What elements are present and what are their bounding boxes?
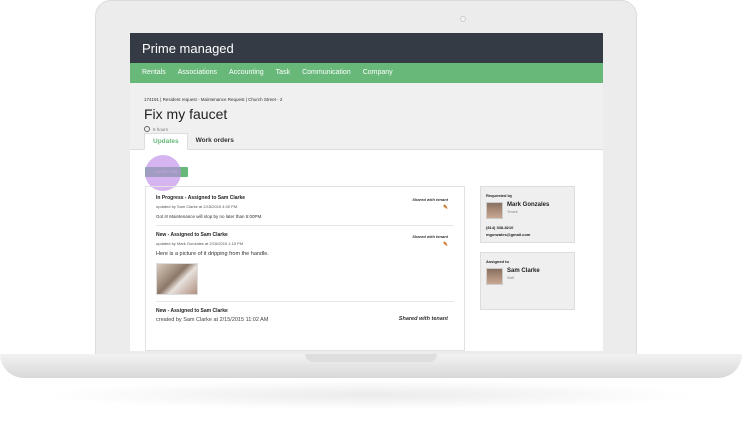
feed-entry: New - Assigned to Sam Clarke created by … bbox=[156, 308, 454, 329]
entry-byline: updated by Sam Clarke at 2/15/2015 4:00 … bbox=[156, 204, 238, 209]
person-name[interactable]: Mark Gonzales bbox=[507, 202, 549, 208]
shared-label: Shared with tenant bbox=[412, 197, 448, 202]
updates-feed: In Progress - Assigned to Sam Clarke upd… bbox=[145, 186, 465, 351]
app-header: Prime managed bbox=[130, 33, 603, 63]
clock-icon bbox=[144, 126, 150, 132]
nav-accounting[interactable]: Accounting bbox=[223, 63, 270, 83]
shared-label: Shared with tenant bbox=[412, 234, 448, 239]
shared-badge: Shared with tenant ✎ bbox=[412, 234, 448, 248]
laptop-notch bbox=[305, 354, 437, 362]
nav-rentals[interactable]: Rentals bbox=[136, 63, 172, 83]
entry-heading: In Progress - Assigned to Sam Clarke bbox=[156, 195, 246, 201]
tab-updates[interactable]: Updates bbox=[144, 133, 188, 150]
faucet-photo[interactable] bbox=[156, 263, 198, 295]
person-role: Staff bbox=[507, 276, 515, 280]
task-header: 174191 | Resident request - Maintenance … bbox=[130, 83, 603, 150]
edit-pencil-icon[interactable]: ✎ bbox=[412, 204, 448, 211]
person-role: Tenant bbox=[507, 210, 518, 214]
avatar bbox=[486, 202, 503, 219]
phone: (814) 338-8210 bbox=[486, 225, 514, 230]
nav-communication[interactable]: Communication bbox=[296, 63, 357, 83]
person: Mark Gonzales Tenant bbox=[486, 202, 569, 219]
entry-heading: New - Assigned to Sam Clarke bbox=[156, 308, 228, 314]
task-age: 6 hours bbox=[144, 126, 589, 132]
person: Sam Clarke Staff bbox=[486, 268, 569, 285]
entry-text: Here is a picture of it dripping from th… bbox=[156, 251, 269, 257]
tab-work-orders[interactable]: Work orders bbox=[188, 133, 242, 150]
entry-heading: New - Assigned to Sam Clarke bbox=[156, 232, 228, 238]
assigned-to-card: Assigned to Sam Clarke Staff bbox=[480, 252, 575, 310]
entry-byline: updated by Mark Gonzales at 2/15/2015 1:… bbox=[156, 241, 244, 246]
camera-icon bbox=[460, 16, 466, 22]
nav-company[interactable]: Company bbox=[357, 63, 399, 83]
person-name[interactable]: Sam Clarke bbox=[507, 268, 540, 274]
entry-text: Got it! Maintenance will stop by no late… bbox=[156, 214, 263, 219]
card-label: Requested by bbox=[486, 193, 513, 198]
app-title[interactable]: Prime managed bbox=[142, 41, 234, 56]
shared-badge: Shared with tenant ✎ bbox=[412, 197, 448, 211]
edit-pencil-icon[interactable]: ✎ bbox=[412, 241, 448, 248]
avatar bbox=[486, 268, 503, 285]
shared-badge: Shared with tenant bbox=[399, 316, 448, 322]
laptop-shadow bbox=[40, 380, 700, 410]
breadcrumb: 174191 | Resident request - Maintenance … bbox=[144, 97, 283, 102]
page-title: Fix my faucet bbox=[144, 106, 228, 122]
email[interactable]: mgonzales@gmail.com bbox=[486, 232, 569, 237]
card-label: Assigned to bbox=[486, 259, 509, 264]
nav-task[interactable]: Task bbox=[270, 63, 296, 83]
shared-label: Shared with tenant bbox=[398, 316, 448, 322]
nav-associations[interactable]: Associations bbox=[172, 63, 223, 83]
task-age-text: 6 hours bbox=[153, 126, 169, 132]
app-screen: Prime managed Rentals Associations Accou… bbox=[130, 33, 603, 351]
feed-entry: New - Assigned to Sam Clarke updated by … bbox=[156, 232, 454, 302]
requested-by-card: Requested by Mark Gonzales Tenant (814) 3… bbox=[480, 186, 575, 243]
tabs: Updates Work orders bbox=[144, 133, 242, 150]
feed-entry: In Progress - Assigned to Sam Clarke upd… bbox=[156, 195, 454, 226]
main-nav: Rentals Associations Accounting Task Com… bbox=[130, 63, 603, 83]
